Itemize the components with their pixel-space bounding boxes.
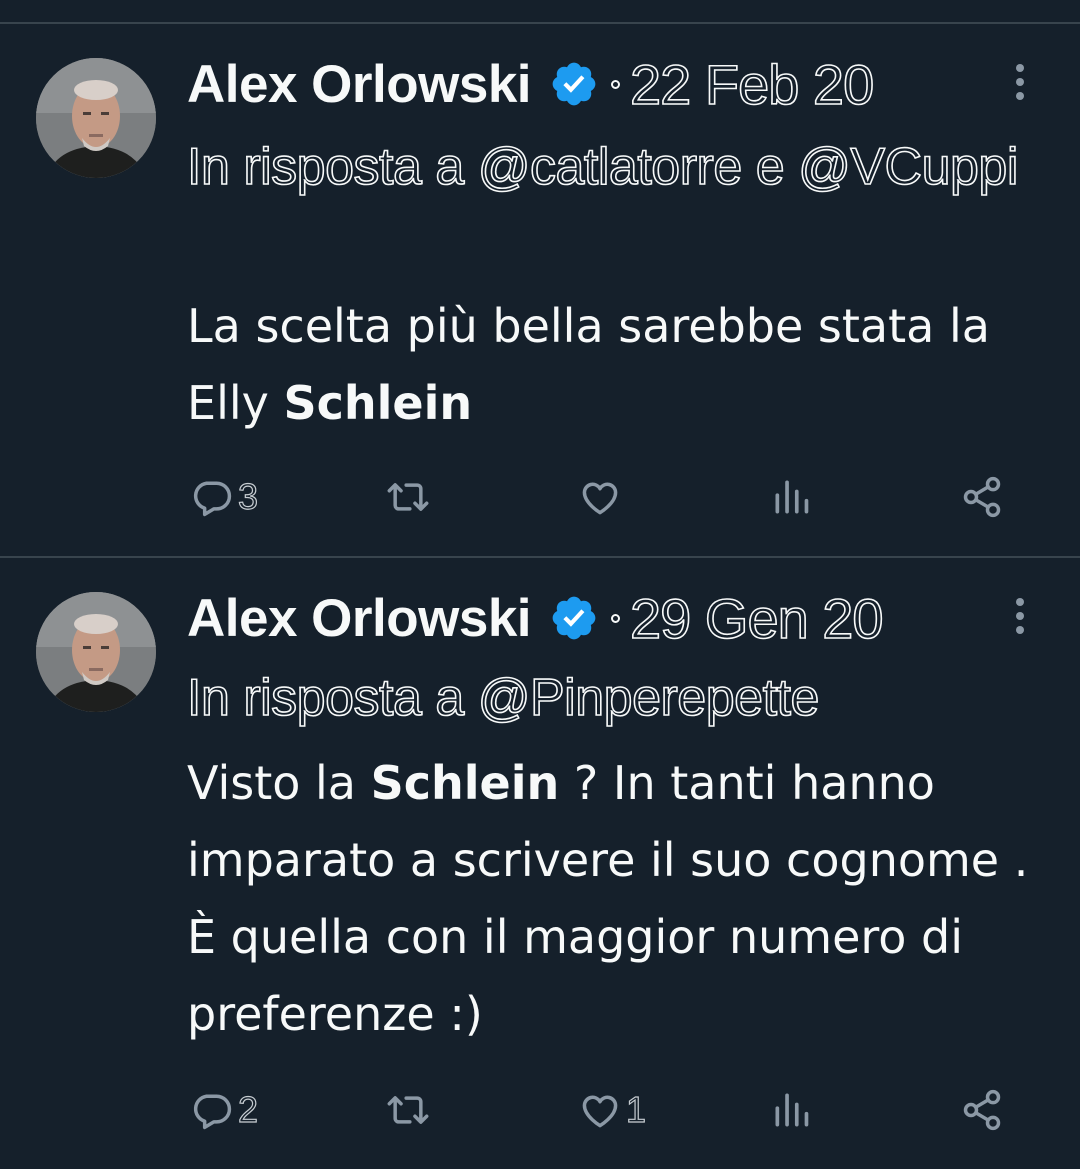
- avatar[interactable]: [36, 592, 156, 712]
- author-name[interactable]: Alex Orlowski: [187, 54, 532, 115]
- like-icon: [582, 1095, 618, 1128]
- views-button[interactable]: [770, 467, 814, 527]
- views-icon: [775, 480, 809, 514]
- reply-button[interactable]: 2: [190, 1080, 259, 1140]
- action-bar: 2 1: [0, 1080, 1080, 1140]
- tweet-text: Visto la Schlein ? In tanti hanno impara…: [187, 745, 1057, 1053]
- tweet-text-part: Visto la: [187, 756, 371, 810]
- share-button[interactable]: [960, 1080, 1004, 1140]
- more-icon[interactable]: [1012, 598, 1028, 642]
- tweet-header: Alex Orlowski 22 Feb 20: [187, 52, 875, 117]
- retweet-icon: [387, 1096, 429, 1124]
- reply-context[interactable]: In risposta a @catlatorre e @VCuppi: [186, 132, 1047, 202]
- share-icon: [963, 1089, 1001, 1131]
- verified-badge-icon: [552, 62, 596, 106]
- tweet-text: La scelta più bella sarebbe stata la Ell…: [187, 288, 1057, 442]
- tweet-header: Alex Orlowski 29 Gen 20: [187, 586, 884, 651]
- avatar[interactable]: [36, 58, 156, 178]
- reply-button[interactable]: 3: [190, 467, 259, 527]
- author-name[interactable]: Alex Orlowski: [187, 588, 532, 649]
- retweet-button[interactable]: [386, 467, 434, 527]
- reply-icon: [193, 1094, 232, 1130]
- like-button[interactable]: 1: [578, 1080, 647, 1140]
- top-divider: [0, 22, 1080, 24]
- like-button[interactable]: [578, 467, 626, 527]
- tweet-text-highlight: Schlein: [370, 756, 560, 810]
- like-count: 1: [625, 1088, 647, 1130]
- reply-context[interactable]: In risposta a @Pinperepette: [186, 663, 1047, 733]
- share-button[interactable]: [960, 467, 1004, 527]
- retweet-button[interactable]: [386, 1080, 434, 1140]
- separator-dot: [611, 79, 621, 89]
- tweet-text-highlight: Schlein: [283, 376, 473, 430]
- tweet-date[interactable]: 29 Gen 20: [629, 586, 884, 651]
- views-button[interactable]: [770, 1080, 814, 1140]
- tweet-divider: [0, 556, 1080, 558]
- action-bar: 3: [0, 467, 1080, 527]
- tweet-date[interactable]: 22 Feb 20: [629, 52, 875, 117]
- share-icon: [963, 476, 1001, 518]
- verified-badge-icon: [552, 596, 596, 640]
- views-icon: [775, 1093, 809, 1127]
- more-icon[interactable]: [1012, 64, 1028, 108]
- retweet-icon: [387, 483, 429, 511]
- reply-count: 3: [237, 475, 259, 517]
- separator-dot: [611, 613, 621, 623]
- reply-icon: [193, 481, 232, 517]
- reply-count: 2: [237, 1088, 259, 1130]
- like-icon: [582, 482, 618, 515]
